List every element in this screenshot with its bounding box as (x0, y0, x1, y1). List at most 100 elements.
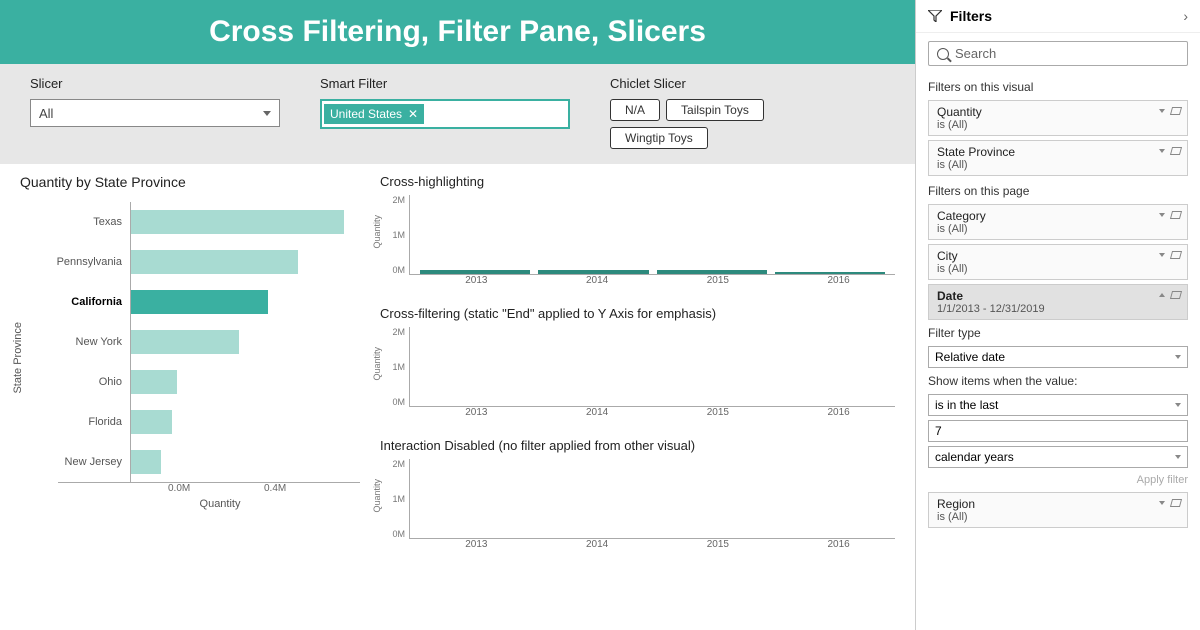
filter-card-quantity[interactable]: Quantity is (All) (928, 100, 1188, 136)
chevron-down-icon[interactable] (1159, 149, 1165, 153)
relative-op-select[interactable]: is in the last (928, 394, 1188, 416)
filter-card-category[interactable]: Category is (All) (928, 204, 1188, 240)
bar-label: Florida (40, 416, 130, 428)
chevron-down-icon (1175, 455, 1181, 459)
filter-type-select[interactable]: Relative date (928, 346, 1188, 368)
mini-xaxis: 2013 2014 2015 2016 (380, 407, 895, 418)
bar-pennsylvania[interactable] (131, 250, 298, 274)
ytick: 0M (380, 529, 405, 539)
close-icon[interactable]: ✕ (408, 107, 418, 121)
bar-highlight (657, 270, 767, 274)
filter-card-region[interactable]: Region is (All) (928, 492, 1188, 528)
filter-pane-header: Filters › (916, 0, 1200, 33)
filter-card-state[interactable]: State Province is (All) (928, 140, 1188, 176)
eraser-icon[interactable] (1170, 291, 1182, 299)
bar-highlight (775, 272, 885, 274)
xtick: 2014 (541, 407, 654, 418)
chevron-up-icon[interactable] (1159, 293, 1165, 297)
xtick: 2013 (420, 539, 533, 550)
relative-number-input[interactable]: 7 (928, 420, 1188, 442)
card-title: Category (937, 209, 1179, 223)
card-title: Date (937, 289, 1179, 303)
report-title: Cross Filtering, Filter Pane, Slicers (209, 15, 706, 49)
chevron-down-icon[interactable] (1159, 501, 1165, 505)
chevron-right-icon[interactable]: › (1183, 8, 1188, 24)
bar-highlight (538, 270, 648, 274)
card-value: is (All) (937, 159, 1179, 171)
bar-california[interactable] (131, 290, 268, 314)
bar-highlight (420, 270, 530, 274)
chiclet-tailspin[interactable]: Tailspin Toys (666, 99, 764, 121)
chevron-down-icon (263, 111, 271, 116)
mini-title: Cross-filtering (static "End" applied to… (380, 306, 895, 321)
main-report-area: Cross Filtering, Filter Pane, Slicers Sl… (0, 0, 915, 630)
select-value: is in the last (935, 398, 998, 412)
search-icon (937, 48, 949, 60)
xtick: 2016 (782, 275, 895, 286)
apply-filter-link[interactable]: Apply filter (916, 470, 1200, 490)
card-title: State Province (937, 145, 1179, 159)
card-title: City (937, 249, 1179, 263)
mini-ylabel: Quantity (372, 479, 382, 513)
ytick: 2M (380, 195, 405, 205)
mini-yaxis: 2M 1M 0M (380, 459, 410, 539)
chiclet-na[interactable]: N/A (610, 99, 660, 121)
eraser-icon[interactable] (1170, 251, 1182, 259)
xtick: 2016 (782, 407, 895, 418)
eraser-icon[interactable] (1170, 147, 1182, 155)
eraser-icon[interactable] (1170, 211, 1182, 219)
bar-label: New York (40, 336, 130, 348)
mini-xaxis: 2013 2014 2015 2016 (380, 275, 895, 286)
filter-card-city[interactable]: City is (All) (928, 244, 1188, 280)
filter-pane: Filters › Search Filters on this visual … (915, 0, 1200, 630)
card-value: is (All) (937, 119, 1179, 131)
chiclet-wingtip[interactable]: Wingtip Toys (610, 127, 708, 149)
main-bar-chart[interactable]: Quantity by State Province State Provinc… (20, 174, 360, 630)
bar-florida[interactable] (131, 410, 172, 434)
xtick: 2013 (420, 275, 533, 286)
slicer-dropdown[interactable]: All (30, 99, 280, 127)
filter-card-date[interactable]: Date 1/1/2013 - 12/31/2019 (928, 284, 1188, 320)
chart-interaction-disabled[interactable]: Interaction Disabled (no filter applied … (380, 438, 895, 550)
bar-newyork[interactable] (131, 330, 239, 354)
bar-texas[interactable] (131, 210, 344, 234)
mini-title: Interaction Disabled (no filter applied … (380, 438, 895, 453)
mini-xaxis: 2013 2014 2015 2016 (380, 539, 895, 550)
slicer-block: Slicer All (30, 76, 280, 150)
mini-title: Cross-highlighting (380, 174, 895, 189)
chevron-down-icon[interactable] (1159, 109, 1165, 113)
chevron-down-icon[interactable] (1159, 253, 1165, 257)
slicers-row: Slicer All Smart Filter United States ✕ … (0, 64, 915, 164)
card-title: Region (937, 497, 1179, 511)
xtick: 2013 (420, 407, 533, 418)
bar-label: Ohio (40, 376, 130, 388)
main-chart-title: Quantity by State Province (20, 174, 360, 190)
smart-filter-label: Smart Filter (320, 76, 570, 91)
search-placeholder: Search (955, 46, 996, 61)
relative-unit-select[interactable]: calendar years (928, 446, 1188, 468)
chart-cross-highlight[interactable]: Cross-highlighting Quantity 2M 1M 0M (380, 174, 895, 286)
bar-ohio[interactable] (131, 370, 177, 394)
chevron-down-icon[interactable] (1159, 213, 1165, 217)
xtick: 2015 (662, 539, 775, 550)
bar-label: Texas (40, 216, 130, 228)
filter-search-input[interactable]: Search (928, 41, 1188, 66)
chart-cross-filter[interactable]: Cross-filtering (static "End" applied to… (380, 306, 895, 418)
smart-filter-tag[interactable]: United States ✕ (324, 104, 424, 124)
eraser-icon[interactable] (1170, 107, 1182, 115)
slicer-label: Slicer (30, 76, 280, 91)
chiclet-row: N/A Tailspin Toys Wingtip Toys (610, 99, 830, 149)
report-header: Cross Filtering, Filter Pane, Slicers (0, 0, 915, 64)
bar-label: Pennsylvania (40, 256, 130, 268)
bar-newjersey[interactable] (131, 450, 161, 474)
chiclet-slicer-block: Chiclet Slicer N/A Tailspin Toys Wingtip… (610, 76, 830, 150)
filter-icon (928, 10, 942, 22)
mini-yaxis: 2M 1M 0M (380, 195, 410, 275)
card-value: is (All) (937, 511, 1179, 523)
right-charts: Cross-highlighting Quantity 2M 1M 0M (380, 174, 895, 630)
smart-filter-input[interactable]: United States ✕ (320, 99, 570, 129)
smart-filter-tag-text: United States (330, 107, 402, 121)
xaxis-label: Quantity (40, 498, 360, 510)
eraser-icon[interactable] (1170, 499, 1182, 507)
ytick: 2M (380, 327, 405, 337)
